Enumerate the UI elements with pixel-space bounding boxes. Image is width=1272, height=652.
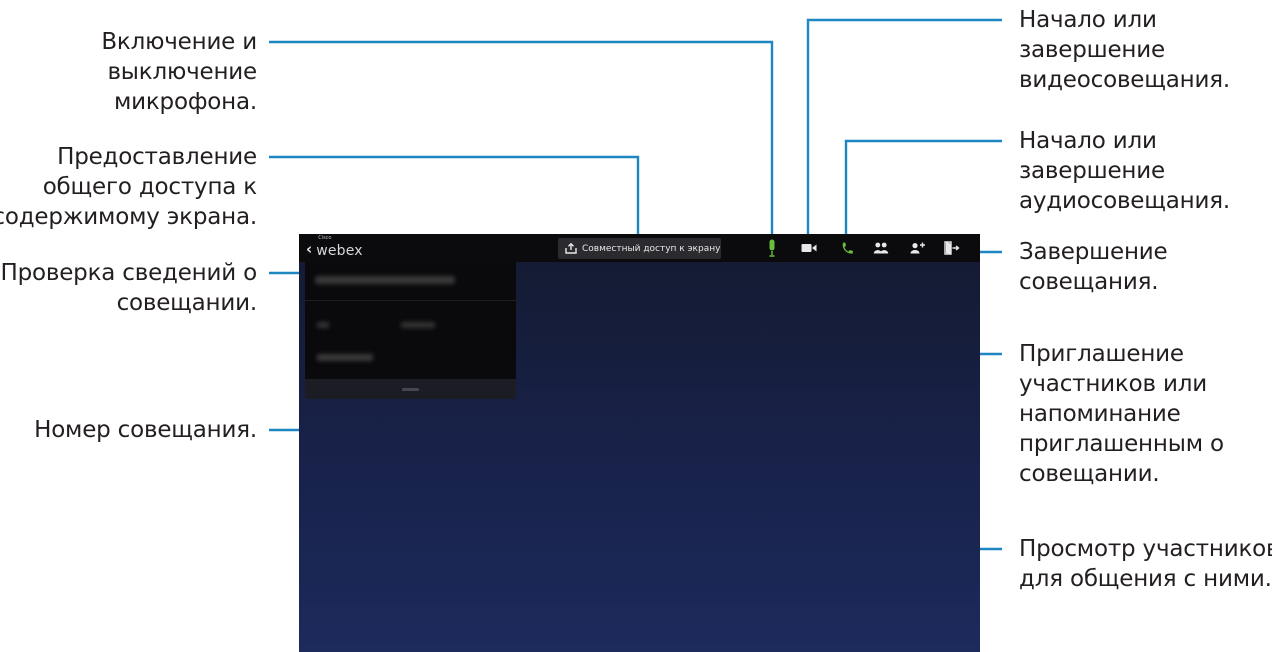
mic-toggle-button[interactable] (762, 239, 782, 257)
action-bar: ‹ Cisco webex Совместный доступ к экрану (299, 234, 980, 262)
callout-participants-line-1: Просмотр участников (1019, 536, 1272, 562)
callout-video-line-3: видеосовещания. (1019, 67, 1230, 93)
share-screen-label: Совместный доступ к экрану (582, 243, 721, 254)
callout-invite-line-4: приглашенным о (1019, 431, 1224, 457)
phone-icon (842, 242, 853, 254)
callout-info: Проверка сведений о совещании. (1, 258, 258, 318)
webex-meeting-screen: ‹ Cisco webex Совместный доступ к экрану (299, 234, 980, 652)
meeting-title-blurred (315, 276, 455, 284)
microphone-icon (769, 239, 775, 257)
add-person-icon (910, 242, 925, 254)
logo-cisco-text: Cisco (318, 234, 332, 241)
webex-logo: Cisco webex (316, 235, 363, 259)
callout-invite-line-3: напоминание (1019, 401, 1181, 427)
share-upload-icon (565, 243, 577, 254)
audio-toggle-button[interactable] (837, 239, 857, 257)
leader-mic (269, 40, 774, 248)
callout-end-line-2: совещания. (1019, 269, 1159, 295)
callout-share-line-3: содержимому экрана. (0, 204, 257, 230)
people-icon (873, 242, 889, 254)
callout-number-line-1: Номер совещания. (34, 417, 257, 443)
callout-end: Завершение совещания. (1019, 237, 1168, 297)
leader-audio (844, 139, 1002, 238)
leader-share (269, 155, 640, 240)
callout-audio: Начало или завершение аудиосовещания. (1019, 126, 1230, 216)
callout-mic-line-2: выключение (107, 59, 257, 85)
callout-audio-line-1: Начало или (1019, 128, 1157, 154)
callout-participants: Просмотр участников для общения с ними. (1019, 534, 1272, 594)
exit-door-icon (944, 241, 960, 255)
logo-webex-text: webex (316, 242, 363, 259)
callout-number: Номер совещания. (34, 415, 257, 445)
meeting-number-blurred (317, 354, 373, 361)
callout-end-line-1: Завершение (1019, 239, 1168, 265)
callout-invite-line-5: совещании. (1019, 461, 1160, 487)
back-button[interactable]: ‹ Cisco webex (306, 235, 363, 260)
meeting-info-panel[interactable] (305, 262, 516, 399)
callout-share-line-2: общего доступа к (42, 174, 258, 200)
leader-video (806, 18, 1002, 238)
callout-video-line-2: завершение (1019, 37, 1165, 63)
share-screen-button[interactable]: Совместный доступ к экрану (558, 238, 721, 259)
video-toggle-button[interactable] (799, 239, 819, 257)
panel-divider (305, 300, 516, 301)
callout-invite-line-2: участников или (1019, 371, 1207, 397)
panel-footer[interactable] (305, 379, 516, 399)
leave-meeting-button[interactable] (942, 239, 962, 257)
callout-video: Начало или завершение видеосовещания. (1019, 5, 1230, 95)
callout-info-line-1: Проверка сведений о (0, 260, 258, 286)
callout-invite-line-1: Приглашение (1019, 341, 1184, 367)
callout-invite: Приглашение участников или напоминание п… (1019, 339, 1224, 489)
participants-button[interactable] (871, 239, 891, 257)
callout-mic-line-3: микрофона. (113, 89, 257, 115)
callout-info-line-2: совещании. (116, 290, 258, 316)
callout-share: Предоставление общего доступа к содержим… (0, 142, 257, 232)
panel-drag-handle[interactable] (402, 388, 419, 391)
callout-mic-line-1: Включение и (101, 29, 257, 55)
host-detail-blurred (317, 322, 329, 328)
callout-mic: Включение и выключение микрофона. (101, 27, 257, 117)
time-detail-blurred (401, 322, 435, 328)
callout-share-line-1: Предоставление (57, 144, 257, 170)
chevron-left-icon: ‹ (306, 239, 313, 258)
callout-audio-line-3: аудиосовещания. (1019, 188, 1230, 214)
callout-video-line-1: Начало или (1019, 7, 1157, 33)
video-camera-icon (801, 244, 817, 252)
callout-participants-line-2: для общения с ними. (1019, 566, 1272, 592)
callout-audio-line-2: завершение (1019, 158, 1165, 184)
invite-button[interactable] (908, 239, 928, 257)
